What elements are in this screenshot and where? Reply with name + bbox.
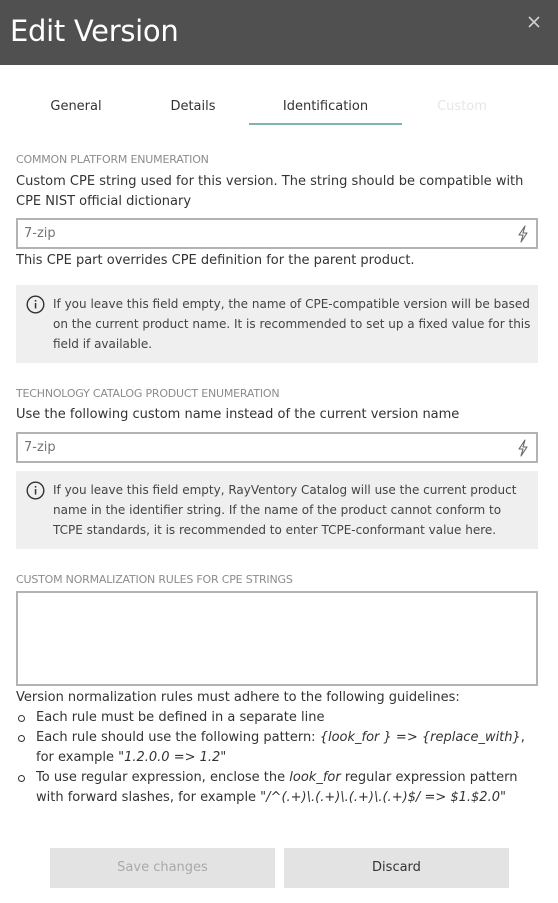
guideline-text: Each rule must be defined in a separate …	[36, 710, 325, 725]
tcpe-field	[16, 432, 538, 463]
normalization-rules-textarea[interactable]	[18, 593, 536, 684]
guideline-example: 1.2.0.0 => 1.2	[124, 750, 221, 765]
lightning-icon[interactable]	[517, 225, 529, 243]
tcpe-section-label: TECHNOLOGY CATALOG PRODUCT ENUMERATION	[16, 387, 280, 400]
cpe-input[interactable]	[24, 220, 504, 247]
normalization-rules-field	[16, 591, 538, 686]
info-icon	[26, 295, 45, 314]
tab-general[interactable]: General	[30, 90, 122, 125]
guidelines: Version normalization rules must adhere …	[16, 688, 546, 808]
guideline-item: Each rule must be defined in a separate …	[16, 708, 546, 728]
guideline-item: Each rule should use the following patte…	[16, 728, 546, 768]
guideline-text: To use regular expression, enclose the	[36, 770, 290, 785]
info-icon	[26, 481, 45, 500]
dialog-title: Edit Version	[10, 14, 179, 48]
tab-details[interactable]: Details	[148, 90, 238, 125]
guideline-text: "	[499, 790, 506, 805]
cpe-field	[16, 218, 538, 249]
cpe-description: Custom CPE string used for this version.…	[16, 174, 524, 209]
tcpe-info-text: If you leave this field empty, RayVentor…	[53, 483, 517, 537]
guideline-text: Each rule should use the following patte…	[36, 730, 320, 745]
save-changes-button[interactable]: Save changes	[50, 848, 275, 888]
guideline-example: /^(.+)\.(.+)\.(.+)\.(.+)$/ => $1.$2.0	[266, 790, 500, 805]
cpe-override-note: This CPE part overrides CPE definition f…	[16, 253, 415, 268]
tcpe-input[interactable]	[24, 434, 504, 461]
dialog-header: Edit Version	[0, 0, 558, 65]
tab-identification[interactable]: Identification	[249, 90, 402, 125]
discard-button[interactable]: Discard	[284, 848, 509, 888]
tcpe-description: Use the following custom name instead of…	[16, 407, 460, 422]
guideline-item: To use regular expression, enclose the l…	[16, 768, 546, 808]
guideline-text: "	[220, 750, 227, 765]
cpe-section-label: COMMON PLATFORM ENUMERATION	[16, 153, 209, 166]
guidelines-intro: Version normalization rules must adhere …	[16, 690, 460, 705]
normalization-section-label: CUSTOM NORMALIZATION RULES FOR CPE STRIN…	[16, 573, 293, 586]
close-icon[interactable]	[524, 12, 544, 32]
tab-custom: Custom	[437, 99, 487, 114]
guideline-pattern: {look_for } => {replace_with}	[319, 730, 521, 745]
guidelines-list: Each rule must be defined in a separate …	[16, 708, 546, 808]
tab-bar: General Details Identification Custom	[0, 90, 558, 126]
cpe-info-box: If you leave this field empty, the name …	[16, 285, 538, 363]
lightning-icon[interactable]	[517, 439, 529, 457]
tcpe-info-box: If you leave this field empty, RayVentor…	[16, 471, 538, 549]
cpe-info-text: If you leave this field empty, the name …	[53, 297, 531, 351]
guideline-term: look_for	[289, 770, 341, 785]
